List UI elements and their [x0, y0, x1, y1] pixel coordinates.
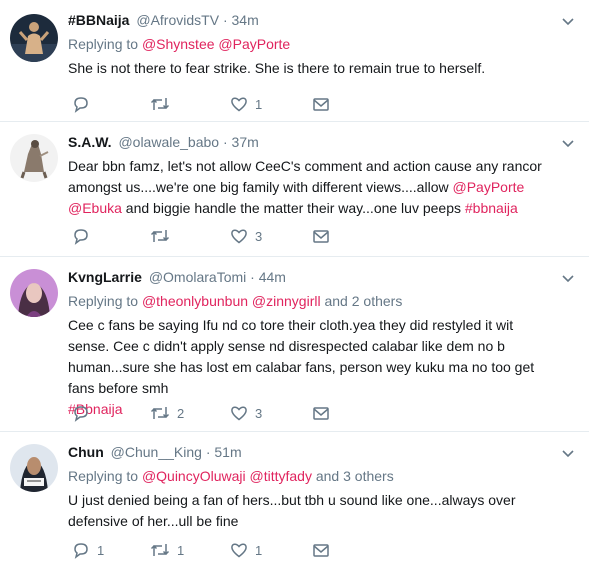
avatar[interactable]	[10, 134, 58, 182]
like-button[interactable]: 1	[230, 94, 262, 114]
heart-icon	[231, 406, 247, 421]
retweet-button[interactable]: 1	[150, 540, 184, 560]
hashtag-link[interactable]: #bbnaija	[465, 200, 518, 216]
separator-dot: ·	[205, 444, 211, 460]
separator-dot: ·	[222, 12, 228, 28]
heart-icon	[231, 97, 247, 112]
chevron-down-icon[interactable]	[561, 14, 575, 28]
reply-icon	[74, 406, 88, 422]
reply-icon	[74, 543, 88, 559]
chevron-down-icon[interactable]	[561, 136, 575, 150]
mention-link[interactable]: @tittyfady	[250, 468, 312, 484]
reply-button[interactable]: 1	[72, 540, 104, 560]
user-handle[interactable]: @olawale_babo	[118, 134, 219, 150]
tweet-text: Cee c fans be saying Ifu nd co tore thei…	[68, 315, 549, 420]
mention-link[interactable]: @QuincyOluwaji	[142, 468, 246, 484]
direct-message-button[interactable]	[312, 540, 330, 560]
reply-button[interactable]	[72, 94, 97, 114]
envelope-icon	[313, 544, 329, 557]
display-name[interactable]: Chun	[68, 444, 104, 460]
tweet-3[interactable]: KvngLarrie @OmolaraTomi · 44m Replying t…	[0, 257, 589, 432]
envelope-icon	[313, 407, 329, 420]
retweet-icon	[150, 98, 170, 110]
heart-icon	[231, 229, 247, 244]
reply-icon	[74, 229, 88, 245]
avatar[interactable]	[10, 14, 58, 62]
avatar[interactable]	[10, 269, 58, 317]
like-count: 1	[255, 542, 263, 558]
like-button[interactable]: 3	[230, 403, 262, 423]
replying-to: Replying to @theonlybunbun @zinnygirll a…	[68, 291, 549, 311]
reply-icon	[74, 97, 88, 113]
reply-count: 1	[97, 542, 105, 558]
mention-link[interactable]: @zinnygirll	[252, 293, 321, 309]
tweet-text: U just denied being a fan of hers...but …	[68, 492, 516, 529]
like-count: 3	[255, 228, 263, 244]
like-count: 3	[255, 405, 263, 421]
retweet-button[interactable]	[150, 226, 177, 246]
mention-link[interactable]: @PayPorte	[218, 36, 290, 52]
timestamp[interactable]: 51m	[214, 444, 241, 460]
direct-message-button[interactable]	[312, 94, 330, 114]
replying-prefix: Replying to	[68, 293, 142, 309]
retweet-icon	[150, 407, 170, 419]
replying-prefix: Replying to	[68, 468, 142, 484]
display-name[interactable]: S.A.W.	[68, 134, 112, 150]
replying-others[interactable]: and 3 others	[316, 468, 394, 484]
replying-to: Replying to @Shynstee @PayPorte	[68, 34, 549, 54]
heart-icon	[231, 543, 247, 558]
reply-button[interactable]	[72, 226, 97, 246]
tweet-2[interactable]: S.A.W. @olawale_babo · 37m Dear bbn famz…	[0, 122, 589, 257]
mention-link[interactable]: @Shynstee	[142, 36, 215, 52]
direct-message-button[interactable]	[312, 403, 330, 423]
envelope-icon	[313, 98, 329, 111]
retweet-count: 2	[177, 405, 185, 421]
like-button[interactable]: 3	[230, 226, 262, 246]
display-name[interactable]: #BBNaija	[68, 12, 129, 28]
mention-link[interactable]: @PayPorte	[452, 179, 524, 195]
tweet-1[interactable]: #BBNaija @AfrovidsTV · 34m Replying to @…	[0, 0, 589, 122]
retweet-button[interactable]: 2	[150, 403, 184, 423]
retweet-icon	[150, 544, 170, 556]
user-handle[interactable]: @AfrovidsTV	[136, 12, 219, 28]
tweet-text: Dear bbn famz, let's not allow CeeC's co…	[68, 156, 549, 219]
user-handle[interactable]: @Chun__King	[111, 444, 202, 460]
replying-to: Replying to @QuincyOluwaji @tittyfady an…	[68, 466, 549, 486]
separator-dot: ·	[250, 269, 255, 285]
chevron-down-icon[interactable]	[561, 271, 575, 285]
tweet-feed: #BBNaija @AfrovidsTV · 34m Replying to @…	[0, 0, 589, 577]
display-name[interactable]: KvngLarrie	[68, 269, 142, 285]
mention-link[interactable]: @theonlybunbun	[142, 293, 248, 309]
chevron-down-icon[interactable]	[561, 446, 575, 460]
like-button[interactable]: 1	[230, 540, 262, 560]
separator-dot: ·	[222, 134, 228, 150]
replying-prefix: Replying to	[68, 36, 142, 52]
direct-message-button[interactable]	[312, 226, 330, 246]
retweet-count: 1	[177, 542, 185, 558]
mention-link[interactable]: @Ebuka	[68, 200, 122, 216]
retweet-icon	[150, 230, 170, 242]
tweet-text: She is not there to fear strike. She is …	[68, 60, 486, 76]
reply-button[interactable]	[72, 403, 97, 423]
replying-others[interactable]: and 2 others	[324, 293, 402, 309]
tweet-text-part: and biggie handle the matter their way..…	[121, 200, 465, 216]
like-count: 1	[255, 96, 263, 112]
retweet-button[interactable]	[150, 94, 177, 114]
avatar[interactable]	[10, 444, 58, 492]
envelope-icon	[313, 230, 329, 243]
tweet-text-part: Cee c fans be saying Ifu nd co tore thei…	[68, 317, 535, 396]
tweet-4[interactable]: Chun @Chun__King · 51m Replying to @Quin…	[0, 432, 589, 577]
timestamp[interactable]: 34m	[232, 12, 259, 28]
timestamp[interactable]: 44m	[259, 269, 286, 285]
user-handle[interactable]: @OmolaraTomi	[149, 269, 246, 285]
timestamp[interactable]: 37m	[232, 134, 259, 150]
